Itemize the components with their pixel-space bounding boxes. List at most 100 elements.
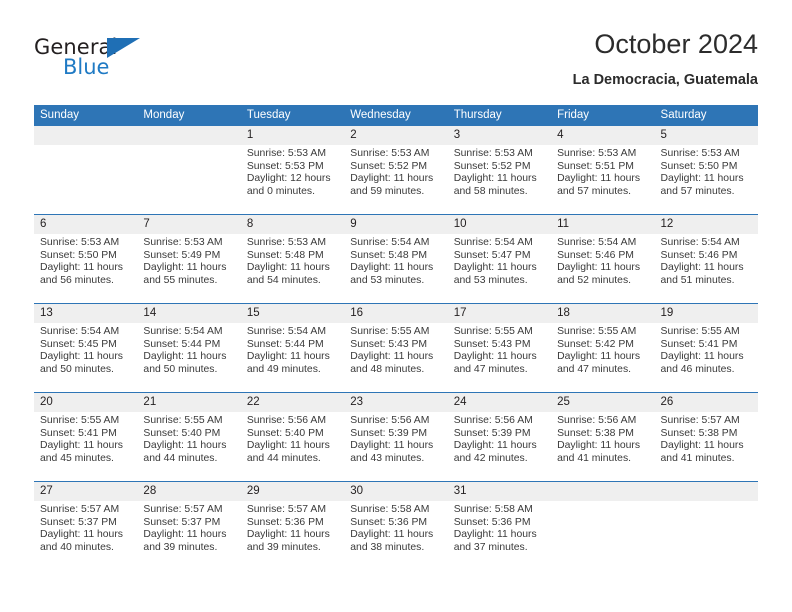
calendar-day-cell[interactable]: 9 Sunrise: 5:54 AM Sunset: 5:48 PM Daylight… [344, 214, 448, 304]
sunset-time: Sunset: 5:46 PM [660, 249, 738, 261]
daylight-duration-line1: Daylight: 11 hours [660, 440, 744, 452]
day-details: Sunrise: 5:57 AM Sunset: 5:37 PM Daylight:… [137, 501, 240, 554]
daylight-duration-line1: Daylight: 11 hours [246, 351, 330, 363]
calendar-week-row: 20 Sunrise: 5:55 AM Sunset: 5:41 PM Dayligh… [34, 392, 758, 482]
calendar-day-cell[interactable]: 18 Sunrise: 5:55 AM Sunset: 5:42 PM Dayligh… [551, 303, 655, 393]
sunrise-time: Sunrise: 5:56 AM [350, 415, 430, 426]
weekday-header-saturday: Saturday [654, 105, 758, 126]
calendar-day-cell[interactable]: 17 Sunrise: 5:55 AM Sunset: 5:43 PM Dayligh… [447, 303, 552, 393]
day-details: Sunrise: 5:53 AM Sunset: 5:49 PM Daylight:… [137, 234, 240, 287]
daylight-duration-line2: and 47 minutes. [557, 363, 632, 375]
sunrise-time: Sunrise: 5:57 AM [660, 415, 740, 426]
calendar-week-row: 27 Sunrise: 5:57 AM Sunset: 5:37 PM Dayligh… [34, 481, 758, 570]
calendar-day-cell[interactable]: 14 Sunrise: 5:54 AM Sunset: 5:44 PM Dayligh… [137, 303, 241, 393]
weekday-header-thursday: Thursday [447, 105, 552, 126]
sunrise-time: Sunrise: 5:53 AM [660, 148, 740, 159]
daylight-duration-line1: Daylight: 11 hours [557, 351, 641, 363]
calendar-day-cell[interactable]: 15 Sunrise: 5:54 AM Sunset: 5:44 PM Dayligh… [240, 303, 345, 393]
day-cell-inner: 12 Sunrise: 5:54 AM Sunset: 5:46 PM Dayligh… [654, 215, 758, 303]
title-block: October 2024 La Democracia, Guatemala [573, 28, 758, 90]
daylight-duration-line2: and 50 minutes. [143, 363, 218, 375]
calendar-day-cell[interactable]: 31 Sunrise: 5:58 AM Sunset: 5:36 PM Dayligh… [447, 481, 552, 570]
calendar-day-cell[interactable]: 2 Sunrise: 5:53 AM Sunset: 5:52 PM Daylight… [344, 126, 448, 215]
calendar-day-cell[interactable]: 25 Sunrise: 5:56 AM Sunset: 5:38 PM Dayligh… [551, 392, 655, 482]
daylight-duration-line2: and 41 minutes. [557, 452, 632, 464]
daylight-duration-line1: Daylight: 11 hours [350, 262, 434, 274]
daylight-duration-line2: and 57 minutes. [557, 185, 632, 197]
daylight-duration-line2: and 55 minutes. [143, 274, 218, 286]
calendar-day-cell[interactable]: 8 Sunrise: 5:53 AM Sunset: 5:48 PM Daylight… [240, 214, 345, 304]
daylight-duration-line1: Daylight: 11 hours [246, 529, 330, 541]
day-number [34, 126, 138, 145]
calendar-day-cell[interactable]: 4 Sunrise: 5:53 AM Sunset: 5:51 PM Daylight… [551, 126, 655, 215]
day-cell-inner: 16 Sunrise: 5:55 AM Sunset: 5:43 PM Dayligh… [344, 304, 448, 392]
calendar-day-cell[interactable]: 13 Sunrise: 5:54 AM Sunset: 5:45 PM Dayligh… [34, 303, 138, 393]
calendar-week-row: 1 Sunrise: 5:53 AM Sunset: 5:53 PM Daylight… [34, 126, 758, 215]
sunset-time: Sunset: 5:45 PM [40, 338, 117, 350]
sunrise-time: Sunrise: 5:57 AM [143, 504, 223, 515]
sunset-time: Sunset: 5:46 PM [557, 249, 634, 261]
daylight-duration-line2: and 0 minutes. [246, 185, 316, 197]
sunset-time: Sunset: 5:49 PM [143, 249, 221, 261]
calendar-day-cell-empty [551, 481, 655, 570]
calendar-week-row: 6 Sunrise: 5:53 AM Sunset: 5:50 PM Daylight… [34, 214, 758, 304]
day-number: 11 [551, 215, 655, 234]
day-cell-inner: 13 Sunrise: 5:54 AM Sunset: 5:45 PM Dayligh… [34, 304, 138, 392]
day-cell-inner: 6 Sunrise: 5:53 AM Sunset: 5:50 PM Daylight… [34, 215, 138, 303]
calendar-day-cell[interactable]: 11 Sunrise: 5:54 AM Sunset: 5:46 PM Dayligh… [551, 214, 655, 304]
calendar-day-cell[interactable]: 7 Sunrise: 5:53 AM Sunset: 5:49 PM Daylight… [137, 214, 241, 304]
calendar-day-cell[interactable]: 30 Sunrise: 5:58 AM Sunset: 5:36 PM Dayligh… [344, 481, 448, 570]
calendar-day-cell[interactable]: 1 Sunrise: 5:53 AM Sunset: 5:53 PM Daylight… [240, 126, 345, 215]
day-number: 14 [137, 304, 241, 323]
calendar-week-row: 13 Sunrise: 5:54 AM Sunset: 5:45 PM Dayligh… [34, 303, 758, 393]
page-title: October 2024 [594, 29, 758, 59]
daylight-duration-line1: Daylight: 11 hours [143, 262, 227, 274]
daylight-duration-line2: and 37 minutes. [453, 541, 528, 553]
page-subtitle: La Democracia, Guatemala [572, 72, 758, 88]
day-number: 18 [551, 304, 655, 323]
daylight-duration-line2: and 38 minutes. [350, 541, 425, 553]
day-number: 22 [240, 393, 345, 412]
day-details: Sunrise: 5:53 AM Sunset: 5:51 PM Daylight:… [551, 145, 654, 198]
calendar-day-cell[interactable]: 16 Sunrise: 5:55 AM Sunset: 5:43 PM Dayligh… [344, 303, 448, 393]
calendar-day-cell[interactable]: 10 Sunrise: 5:54 AM Sunset: 5:47 PM Dayligh… [447, 214, 552, 304]
day-cell-inner: 20 Sunrise: 5:55 AM Sunset: 5:41 PM Dayligh… [34, 393, 138, 481]
calendar-day-cell[interactable]: 6 Sunrise: 5:53 AM Sunset: 5:50 PM Daylight… [34, 214, 138, 304]
daylight-duration-line2: and 45 minutes. [40, 452, 114, 464]
sunrise-time: Sunrise: 5:55 AM [660, 326, 740, 337]
day-details: Sunrise: 5:54 AM Sunset: 5:44 PM Daylight:… [241, 323, 344, 376]
calendar-day-cell[interactable]: 12 Sunrise: 5:54 AM Sunset: 5:46 PM Dayligh… [654, 214, 758, 304]
day-number: 4 [551, 126, 655, 145]
daylight-duration-line1: Daylight: 11 hours [660, 173, 744, 185]
calendar-day-cell[interactable]: 27 Sunrise: 5:57 AM Sunset: 5:37 PM Dayligh… [34, 481, 138, 570]
daylight-duration-line2: and 47 minutes. [453, 363, 528, 375]
calendar-day-cell[interactable]: 29 Sunrise: 5:57 AM Sunset: 5:36 PM Dayligh… [240, 481, 345, 570]
day-details: Sunrise: 5:58 AM Sunset: 5:36 PM Daylight:… [448, 501, 551, 554]
day-details: Sunrise: 5:55 AM Sunset: 5:42 PM Daylight:… [551, 323, 654, 376]
calendar-day-cell[interactable]: 23 Sunrise: 5:56 AM Sunset: 5:39 PM Dayligh… [344, 392, 448, 482]
calendar-day-cell[interactable]: 3 Sunrise: 5:53 AM Sunset: 5:52 PM Daylight… [447, 126, 552, 215]
day-cell-inner: 5 Sunrise: 5:53 AM Sunset: 5:50 PM Daylight… [654, 126, 758, 214]
day-cell-inner: 15 Sunrise: 5:54 AM Sunset: 5:44 PM Dayligh… [240, 304, 345, 392]
sunset-time: Sunset: 5:36 PM [246, 516, 324, 528]
calendar-day-cell[interactable]: 22 Sunrise: 5:56 AM Sunset: 5:40 PM Dayligh… [240, 392, 345, 482]
calendar-day-cell[interactable]: 26 Sunrise: 5:57 AM Sunset: 5:38 PM Dayligh… [654, 392, 758, 482]
calendar-day-cell[interactable]: 5 Sunrise: 5:53 AM Sunset: 5:50 PM Daylight… [654, 126, 758, 215]
daylight-duration-line2: and 52 minutes. [557, 274, 632, 286]
day-number: 31 [447, 482, 552, 501]
calendar-day-cell[interactable]: 20 Sunrise: 5:55 AM Sunset: 5:41 PM Dayligh… [34, 392, 138, 482]
day-cell-inner: 25 Sunrise: 5:56 AM Sunset: 5:38 PM Dayligh… [551, 393, 655, 481]
day-cell-inner: 28 Sunrise: 5:57 AM Sunset: 5:37 PM Dayligh… [137, 482, 241, 570]
calendar-day-cell[interactable]: 21 Sunrise: 5:55 AM Sunset: 5:40 PM Dayligh… [137, 392, 241, 482]
daylight-duration-line1: Daylight: 11 hours [453, 351, 537, 363]
daylight-duration-line1: Daylight: 11 hours [557, 173, 641, 185]
day-number: 3 [447, 126, 552, 145]
calendar-day-cell[interactable]: 19 Sunrise: 5:55 AM Sunset: 5:41 PM Dayligh… [654, 303, 758, 393]
calendar-day-cell[interactable]: 28 Sunrise: 5:57 AM Sunset: 5:37 PM Dayligh… [137, 481, 241, 570]
daylight-duration-line1: Daylight: 11 hours [350, 529, 434, 541]
calendar-day-cell[interactable]: 24 Sunrise: 5:56 AM Sunset: 5:39 PM Dayligh… [447, 392, 552, 482]
day-cell-inner: 11 Sunrise: 5:54 AM Sunset: 5:46 PM Dayligh… [551, 215, 655, 303]
brand-logo[interactable]: General Blue [34, 36, 234, 96]
day-details: Sunrise: 5:58 AM Sunset: 5:36 PM Daylight:… [344, 501, 447, 554]
day-number: 19 [654, 304, 758, 323]
